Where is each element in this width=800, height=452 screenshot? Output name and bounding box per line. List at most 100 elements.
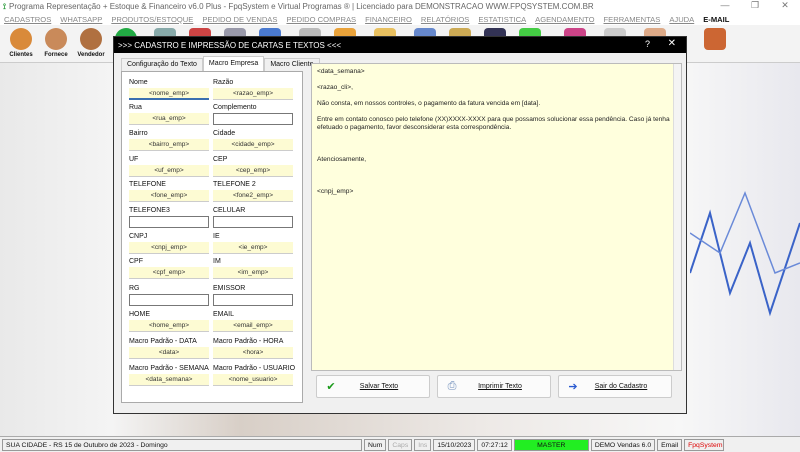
field-input[interactable]: <rua_emp> <box>129 113 209 125</box>
toolbar-label: Fornece <box>44 52 68 58</box>
field-input[interactable]: <bairro_emp> <box>129 139 209 151</box>
editor-scrollbar[interactable] <box>673 64 681 370</box>
menu-item-financeiro[interactable]: FINANCEIRO <box>365 15 412 24</box>
text-line: Atenciosamente, <box>317 156 367 163</box>
tab-macro-empresa[interactable]: Macro Empresa <box>202 56 265 71</box>
app-title: Programa Representação + Estoque & Finan… <box>8 2 594 11</box>
field-input[interactable]: <nome_emp> <box>129 88 209 100</box>
field-cidade: Cidade <cidade_emp> <box>213 130 293 151</box>
menu-item-pedidocompras[interactable]: PEDIDO COMPRAS <box>286 15 356 24</box>
background-chart-graphic <box>690 190 800 317</box>
status-bar: SUA CIDADE - RS 15 de Outubro de 2023 - … <box>0 436 800 452</box>
text-line: <razao_cli>, <box>317 84 353 91</box>
field-input[interactable]: <data> <box>129 347 209 359</box>
text-line: <data_semana> <box>317 68 365 75</box>
field-label: Macro Padrão - USUARIO <box>213 365 296 372</box>
maximize-button[interactable]: ❐ <box>740 0 770 13</box>
toolbar-button-vendedor[interactable]: Vendedor <box>76 27 106 61</box>
field-label: Rua <box>129 104 142 111</box>
field-emissor: EMISSOR <box>213 285 293 306</box>
field-input[interactable]: <fone_emp> <box>129 190 209 202</box>
field-label: TELEFONE <box>129 181 166 188</box>
field-input[interactable] <box>213 113 293 125</box>
tab-configuracao-texto[interactable]: Configuração do Texto <box>121 58 203 71</box>
seller-icon <box>80 28 102 50</box>
field-input[interactable]: <razao_emp> <box>213 88 293 100</box>
field-cpf: CPF <cpf_emp> <box>129 258 209 279</box>
checkmark-icon: ✔ <box>326 381 336 393</box>
macro-empresa-panel: Nome <nome_emp> Razão <razao_emp> Rua <rua_em… <box>121 71 303 403</box>
dialog-close-button[interactable]: ✕ <box>668 38 676 49</box>
help-button[interactable]: ? <box>645 39 650 49</box>
menu-item-cadastros[interactable]: CADASTROS <box>4 15 51 24</box>
text-line <box>317 140 676 148</box>
field-input[interactable]: <email_emp> <box>213 320 293 332</box>
menu-bar: CADASTROS WHATSAPP PRODUTOS/ESTOQUE PEDIDO … <box>0 13 800 25</box>
toolbar-button-clientes[interactable]: Clientes <box>6 27 36 61</box>
dialog-titlebar: >>> CADASTRO E IMPRESSÃO DE CARTAS E TEX… <box>114 37 686 53</box>
menu-item-relatrios[interactable]: RELATÓRIOS <box>421 15 469 24</box>
menu-item-ajuda[interactable]: AJUDA <box>669 15 694 24</box>
field-rua: Rua <rua_emp> <box>129 104 209 125</box>
menu-item-produtosestoque[interactable]: PRODUTOS/ESTOQUE <box>111 15 193 24</box>
app-titlebar: ⟟ Programa Representação + Estoque & Fina… <box>0 0 800 13</box>
field-input[interactable]: <cnpj_emp> <box>129 242 209 254</box>
print-text-button[interactable]: ⎙ Imprimir Texto <box>437 375 551 398</box>
field-label: UF <box>129 156 139 163</box>
field-input[interactable]: <fone2_emp> <box>213 190 293 202</box>
field-input[interactable] <box>129 216 209 228</box>
exit-label: Sair do Cadastro <box>594 383 648 390</box>
dialog-title: >>> CADASTRO E IMPRESSÃO DE CARTAS E TEX… <box>118 40 342 50</box>
toolbar-button-fornece[interactable]: Fornece <box>41 27 71 61</box>
menu-item-whatsapp[interactable]: WHATSAPP <box>60 15 102 24</box>
field-input[interactable]: <nome_usuario> <box>213 374 293 386</box>
toolbar-button[interactable] <box>700 27 730 61</box>
field-input[interactable] <box>213 294 293 306</box>
tab-bar: Configuração do Texto Macro Empresa Macr… <box>121 56 320 71</box>
field-input[interactable]: <uf_emp> <box>129 165 209 177</box>
text-line: <cnpj_emp> <box>317 188 354 195</box>
field-input[interactable]: <cpf_emp> <box>129 267 209 279</box>
field-im: IM <im_emp> <box>213 258 293 279</box>
field-uf: UF <uf_emp> <box>129 156 209 177</box>
field-celular: CELULAR <box>213 207 293 228</box>
field-input[interactable]: <data_semana> <box>129 374 209 386</box>
status-email[interactable]: Email <box>657 438 683 451</box>
field-input[interactable]: <cep_emp> <box>213 165 293 177</box>
status-ins: Ins <box>414 438 432 451</box>
print-text-label: Imprimir Texto <box>478 383 522 390</box>
menu-item-estatistica[interactable]: ESTATISTICA <box>478 15 526 24</box>
minimize-button[interactable]: — <box>710 0 740 13</box>
field-input[interactable]: <cidade_emp> <box>213 139 293 151</box>
toolbar-label: Vendedor <box>77 52 105 58</box>
exit-button[interactable]: ➔ Sair do Cadastro <box>558 375 672 398</box>
field-input[interactable]: <ie_emp> <box>213 242 293 254</box>
field-input[interactable]: <hora> <box>213 347 293 359</box>
menu-item-ferramentas[interactable]: FERRAMENTAS <box>604 15 661 24</box>
field-label: Macro Padrão - SEMANA <box>129 365 209 372</box>
field-input[interactable] <box>129 294 209 306</box>
field-input[interactable]: <im_emp> <box>213 267 293 279</box>
field-macro-padr-o-data: Macro Padrão - DATA <data> <box>129 338 209 359</box>
field-bairro: Bairro <bairro_emp> <box>129 130 209 151</box>
status-city-date: SUA CIDADE - RS 15 de Outubro de 2023 - … <box>2 438 362 451</box>
close-window-button[interactable]: ✕ <box>770 0 800 13</box>
letters-dialog: >>> CADASTRO E IMPRESSÃO DE CARTAS E TEX… <box>113 36 687 414</box>
status-num: Num <box>364 438 387 451</box>
field-telefone-2: TELEFONE 2 <fone2_emp> <box>213 181 293 202</box>
field-nome: Nome <nome_emp> <box>129 79 209 100</box>
field-input[interactable]: <home_emp> <box>129 320 209 332</box>
text-line: Entre em contato conosco pelo telefone (… <box>317 116 670 131</box>
clients-icon <box>10 28 32 50</box>
menu-item-pedidodevendas[interactable]: PEDIDO DE VENDAS <box>202 15 277 24</box>
field-input[interactable] <box>213 216 293 228</box>
field-telefone: TELEFONE <fone_emp> <box>129 181 209 202</box>
menu-item-agendamento[interactable]: AGENDAMENTO <box>535 15 594 24</box>
save-text-button[interactable]: ✔ Salvar Texto <box>316 375 430 398</box>
letter-text-editor[interactable]: <data_semana> <razao_cli>, Não consta, em … <box>311 63 682 371</box>
menu-item-email[interactable]: E-MAIL <box>703 15 729 24</box>
field-email: EMAIL <email_emp> <box>213 311 293 332</box>
supplier-icon <box>45 28 67 50</box>
field-label: Nome <box>129 79 148 86</box>
field-raz-o: Razão <razao_emp> <box>213 79 293 100</box>
